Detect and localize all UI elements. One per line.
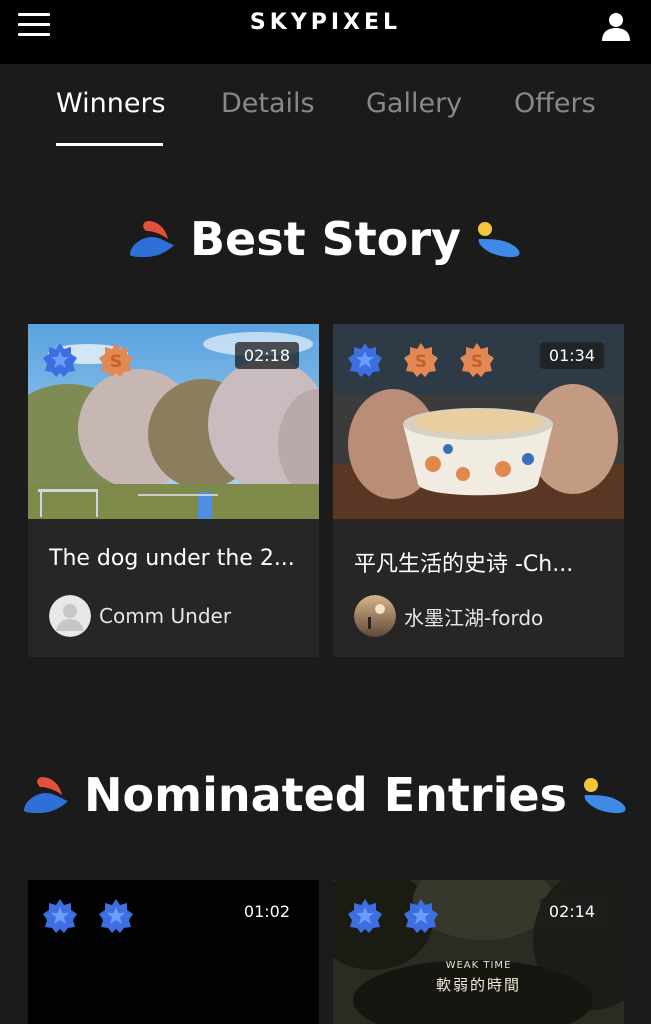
top-bar: SKYPIXEL [0, 0, 651, 64]
video-card[interactable]: S 02:18 The dog under the 2... Comm Unde… [28, 324, 319, 657]
nominated-entries-heading: Nominated Entries [0, 768, 651, 826]
left-splash-icon [129, 221, 174, 257]
video-duration: 02:14 [539, 898, 604, 925]
star-badge-icon [404, 899, 438, 933]
star-badge-icon [348, 899, 382, 933]
author-row[interactable]: 水墨江湖-fordo [354, 595, 543, 637]
author-name[interactable]: 水墨江湖-fordo [404, 602, 543, 631]
section-title-text: Nominated Entries [84, 768, 567, 822]
video-title[interactable]: The dog under the 2... [49, 546, 304, 571]
avatar[interactable] [49, 595, 91, 637]
thumbnail-overlay-text: WEAK TIME [445, 960, 512, 971]
s-badge-icon: S [460, 343, 494, 377]
thumbnail-overlay-text-cn: 軟弱的時間 [435, 976, 521, 994]
tab-offers[interactable]: Offers [514, 88, 596, 119]
author-name[interactable]: Comm Under [99, 604, 231, 628]
star-badge-icon [43, 343, 77, 377]
video-duration: 01:02 [243, 902, 290, 921]
video-thumbnail[interactable]: 02:14 WEAK TIME 軟弱的時間 [333, 880, 624, 1024]
right-splash-icon [478, 222, 520, 258]
right-splash-icon [583, 778, 626, 814]
s-badge-icon: S [99, 343, 133, 377]
svg-text:S: S [415, 352, 427, 372]
video-card[interactable]: 02:14 WEAK TIME 軟弱的時間 [333, 880, 624, 1024]
skypixel-logo[interactable]: SKYPIXEL [0, 10, 651, 35]
avatar[interactable] [354, 595, 396, 637]
video-duration: 01:34 [539, 342, 604, 369]
video-thumbnail[interactable]: 01:02 [28, 880, 319, 1024]
svg-text:S: S [471, 352, 483, 372]
author-row[interactable]: Comm Under [49, 595, 231, 637]
tab-winners[interactable]: Winners [56, 88, 166, 119]
video-card[interactable]: 01:02 [28, 880, 319, 1024]
video-title[interactable]: 平凡生活的史诗 -Ch... [354, 546, 609, 578]
svg-text:S: S [110, 352, 122, 372]
star-badge-icon [43, 899, 77, 933]
section-title-text: Best Story [189, 212, 462, 266]
video-card[interactable]: S S 01:34 平凡生活的史诗 -Ch... 水墨江湖-fordo [333, 324, 624, 657]
active-tab-indicator [56, 143, 163, 146]
left-splash-icon [24, 777, 69, 813]
tab-bar: Winners Details Gallery Offers [0, 64, 651, 154]
star-badge-icon [348, 343, 382, 377]
tab-gallery[interactable]: Gallery [366, 88, 462, 119]
s-badge-icon: S [404, 343, 438, 377]
tab-details[interactable]: Details [221, 88, 315, 119]
best-story-heading: Best Story [0, 212, 651, 270]
user-profile-icon[interactable] [600, 10, 632, 42]
star-badge-icon [99, 899, 133, 933]
video-thumbnail[interactable]: S S 01:34 [333, 324, 624, 519]
video-duration: 02:18 [234, 342, 299, 369]
video-thumbnail[interactable]: S 02:18 [28, 324, 319, 519]
